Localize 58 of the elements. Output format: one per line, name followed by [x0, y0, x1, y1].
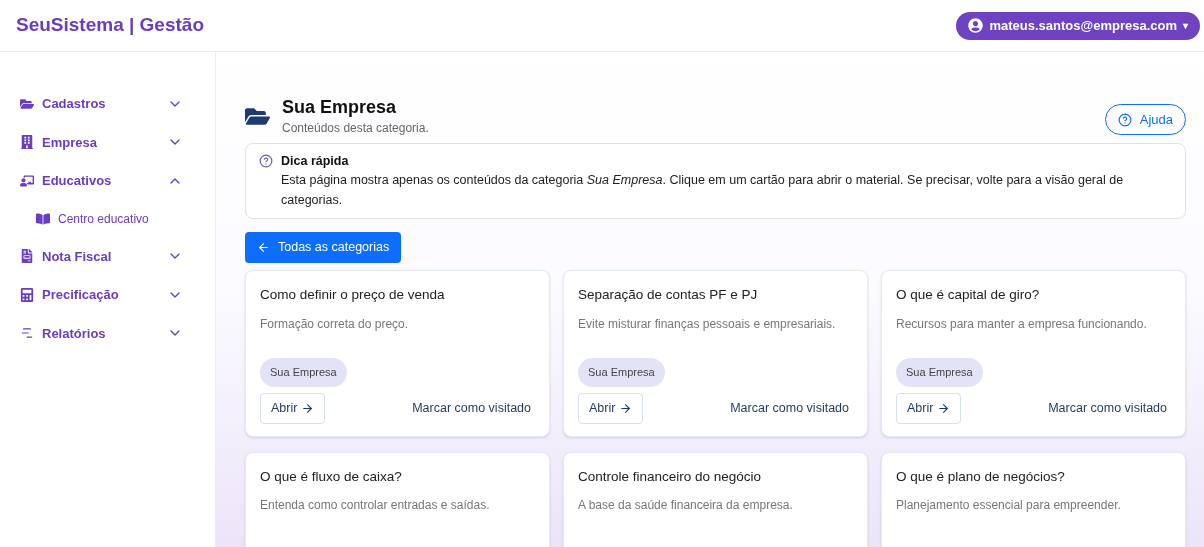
open-button[interactable]: Abrir: [578, 392, 644, 424]
content-card[interactable]: Controle financeiro do negócio A base da saúde financeira da empresa.: [563, 451, 868, 547]
help-button[interactable]: Ajuda: [1104, 104, 1186, 135]
sidebar-item[interactable]: Empresa: [20, 132, 183, 152]
card-title: Como definir o preço de venda: [260, 286, 446, 305]
card-title: Controle financeiro do negócio: [578, 467, 763, 486]
back-button[interactable]: Todas as categorias: [245, 232, 402, 264]
building-icon: [20, 135, 34, 150]
sidebar-item[interactable]: Relatórios: [20, 323, 183, 343]
caret-icon: ▾: [1183, 18, 1188, 33]
tip-title: Dica rápida: [281, 152, 350, 170]
sidebar-item[interactable]: Educativos: [20, 171, 183, 191]
content-card[interactable]: O que é fluxo de caixa? Entenda como controlar entradas e saídas.: [245, 451, 550, 547]
content-card[interactable]: Como definir o preço de venda Formação correta do preço. Sua Empresa Abrir Marcar como visitado: [245, 270, 550, 437]
card-description: Planejamento essencial para empreender.: [896, 496, 1122, 514]
card-description: Evite misturar finanças pessoais e empresariais.: [578, 315, 837, 333]
page-subtitle: Conteúdos desta categoria.: [282, 119, 429, 137]
card-description: Formação correta do preço.: [260, 315, 410, 333]
mark-visited-link[interactable]: Marcar como visitado: [1048, 398, 1171, 418]
mark-visited-link[interactable]: Marcar como visitado: [412, 398, 535, 418]
sidebar-item[interactable]: Nota Fiscal: [20, 246, 183, 266]
user-menu-button[interactable]: mateus.santos@empresa.com ▾: [956, 11, 1200, 40]
arrow-left-icon: [257, 241, 270, 255]
help-icon: [1117, 112, 1132, 127]
card-description: Recursos para manter a empresa funcionando.: [896, 315, 1148, 333]
card-title: O que é fluxo de caixa?: [260, 467, 403, 486]
folder-icon: [20, 96, 34, 111]
open-button[interactable]: Abrir: [896, 392, 962, 424]
content-card[interactable]: Separação de contas PF e PJ Evite misturar finanças pessoais e empresariais. Sua Empresa Abrir Marcar como visitado: [563, 270, 868, 437]
tip-text: Esta página mostra apenas os conteúdos da categoria Sua Empresa. Clique em um cartão para abrir o material. Se precisar, volte para a visão geral de categorias.: [281, 172, 1125, 210]
user-email: mateus.santos@empresa.com: [989, 16, 1177, 35]
sidebar-item[interactable]: Precificação: [20, 285, 183, 305]
sidebar-subitem[interactable]: Centro educativo: [20, 209, 183, 228]
brand-title: SeuSistema | Gestão: [16, 13, 204, 38]
arrow-right-icon: [619, 401, 633, 415]
teacher-board-icon: [20, 173, 34, 188]
mark-visited-link[interactable]: Marcar como visitado: [730, 398, 853, 418]
user-icon: [968, 18, 984, 33]
card-description: A base da saúde financeira da empresa.: [578, 496, 794, 514]
arrow-right-icon: [937, 401, 951, 415]
card-description: Entenda como controlar entradas e saídas.: [260, 496, 491, 514]
page-title: Sua Empresa: [282, 96, 398, 119]
arrow-right-icon: [301, 401, 315, 415]
sidebar-item[interactable]: Cadastros: [20, 94, 183, 114]
category-tag: Sua Empresa: [578, 357, 665, 387]
book-icon: [36, 211, 50, 226]
card-title: O que é plano de negócios?: [896, 467, 1066, 486]
category-tag: Sua Empresa: [896, 357, 983, 387]
help-icon: [259, 153, 273, 168]
card-title: Separação de contas PF e PJ: [578, 286, 759, 305]
document-icon: [20, 249, 34, 264]
card-title: O que é capital de giro?: [896, 286, 1041, 305]
calculator-icon: [20, 287, 34, 302]
bar-list-icon: [20, 326, 34, 341]
open-button[interactable]: Abrir: [260, 392, 326, 424]
category-tag: Sua Empresa: [260, 357, 347, 387]
content-card[interactable]: O que é capital de giro? Recursos para manter a empresa funcionando. Sua Empresa Abrir Marcar como visitado: [881, 270, 1186, 437]
content-card[interactable]: O que é plano de negócios? Planejamento essencial para empreender.: [881, 451, 1186, 547]
